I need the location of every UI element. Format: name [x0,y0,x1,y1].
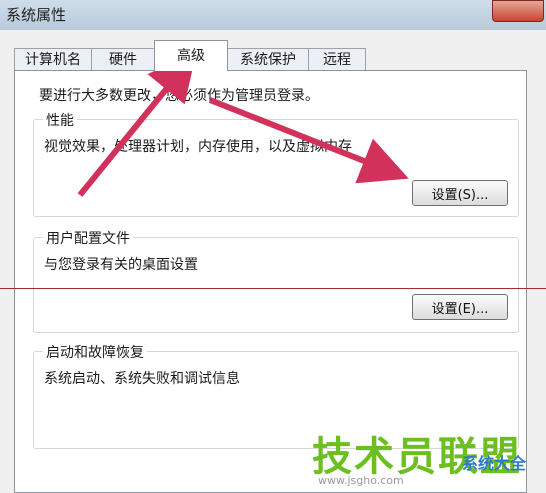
arrow-to-advanced-tab [77,52,197,197]
watermark-side-text: 系统大全 [462,454,527,473]
watermark: 技术员联盟 系统大全 www.jsgho.com [312,424,542,492]
watermark-url: www.jsgho.com [318,474,404,487]
tab-advanced[interactable]: 高级 [154,40,228,71]
annotation-arrows [77,52,409,197]
arrow-to-performance-settings [208,97,409,184]
